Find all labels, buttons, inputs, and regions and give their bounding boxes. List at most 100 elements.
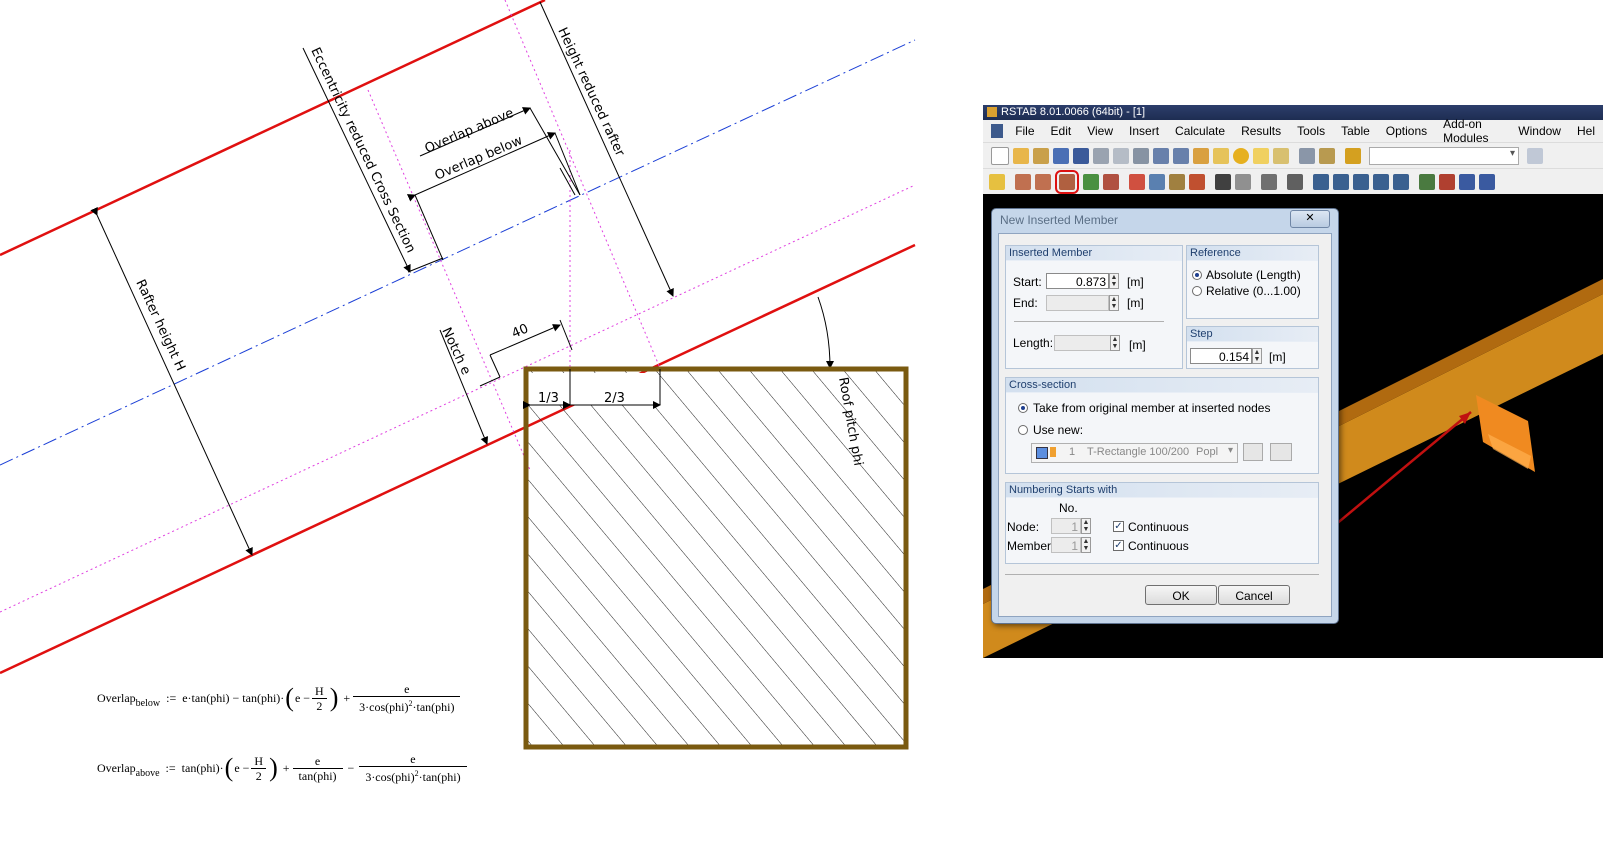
insert-toolbar — [983, 168, 1603, 194]
length-input[interactable] — [1054, 335, 1111, 351]
menu-file[interactable]: File — [1007, 124, 1042, 138]
comment-icon[interactable] — [1253, 147, 1269, 164]
load-icon[interactable] — [1129, 173, 1145, 190]
take-from-original-radio[interactable] — [1018, 403, 1028, 413]
zoom-all-icon[interactable] — [1353, 173, 1369, 190]
term: e − — [234, 760, 250, 775]
rstab-app-icon — [987, 107, 997, 117]
new-section-icon[interactable] — [1270, 443, 1292, 461]
dimension-icon[interactable] — [1215, 173, 1231, 190]
member-number-input[interactable]: 1 — [1051, 537, 1081, 553]
menu-help[interactable]: Hel — [1569, 124, 1603, 138]
member-divide-icon[interactable] — [1035, 173, 1051, 190]
frac-num: H — [251, 754, 267, 769]
reference-group: Reference Absolute (Length) Relative (0.… — [1186, 245, 1319, 319]
navigate-left-icon[interactable] — [1527, 147, 1543, 164]
database-icon[interactable] — [1053, 147, 1069, 164]
relative-radio[interactable] — [1192, 286, 1202, 296]
member-continuous-label[interactable]: Continuous — [1128, 539, 1189, 553]
edit-pencil-icon[interactable] — [1193, 147, 1209, 164]
end-input[interactable] — [1046, 295, 1109, 311]
start-spinner[interactable]: ▲ ▼ — [1109, 273, 1119, 289]
node-number-input[interactable]: 1 — [1051, 518, 1081, 534]
relative-label[interactable]: Relative (0...1.00) — [1206, 284, 1301, 298]
frac-num: e — [292, 754, 343, 769]
inserted-member-title: Inserted Member — [1006, 246, 1182, 260]
iso-view-icon[interactable] — [1373, 173, 1389, 190]
print-icon[interactable] — [1093, 147, 1109, 164]
frac-den-tail: ·tan(phi) — [418, 770, 461, 784]
menu-table[interactable]: Table — [1333, 124, 1378, 138]
undo-icon[interactable] — [1153, 147, 1169, 164]
ok-button[interactable]: OK — [1145, 585, 1217, 605]
step-spinner[interactable]: ▲ ▼ — [1252, 348, 1262, 364]
menu-view[interactable]: View — [1079, 124, 1121, 138]
member-load-icon[interactable] — [1149, 173, 1165, 190]
menu-insert[interactable]: Insert — [1121, 124, 1167, 138]
print-preview-icon[interactable] — [1133, 147, 1149, 164]
view-x-icon[interactable] — [1419, 173, 1435, 190]
target-icon[interactable] — [1233, 147, 1249, 164]
member-icon[interactable] — [1015, 173, 1031, 190]
support-icon[interactable] — [1083, 173, 1099, 190]
table-panel-icon[interactable] — [1319, 147, 1335, 164]
view-mode-icon[interactable] — [1287, 173, 1303, 190]
new-file-icon[interactable] — [991, 146, 1009, 165]
imposed-icon[interactable] — [1189, 173, 1205, 190]
copy-icon[interactable] — [1273, 147, 1289, 164]
start-input[interactable]: 0.873 — [1046, 273, 1109, 289]
absolute-radio[interactable] — [1192, 270, 1202, 280]
menu-edit[interactable]: Edit — [1043, 124, 1080, 138]
view-y-icon[interactable] — [1439, 173, 1455, 190]
model-icon[interactable] — [1033, 147, 1049, 164]
length-label: Length: — [1013, 336, 1054, 350]
open-folder-icon[interactable] — [1013, 147, 1029, 164]
comment-line-icon[interactable] — [1235, 173, 1251, 190]
printout-icon[interactable] — [1113, 147, 1129, 164]
no-header: No. — [1059, 501, 1078, 515]
length-spinner[interactable]: ▲ ▼ — [1110, 335, 1120, 351]
take-from-original-label[interactable]: Take from original member at inserted no… — [1033, 401, 1270, 415]
user-icon[interactable] — [1345, 147, 1361, 164]
redo-icon[interactable] — [1173, 147, 1189, 164]
use-new-label[interactable]: Use new: — [1033, 423, 1083, 437]
end-spinner[interactable]: ▲ ▼ — [1109, 295, 1119, 311]
save-icon[interactable] — [1073, 147, 1089, 164]
member-continuous-checkbox[interactable]: ✓ — [1113, 540, 1124, 551]
zoom-icon[interactable] — [1213, 147, 1229, 164]
grid-icon[interactable] — [1261, 173, 1277, 190]
menu-calculate[interactable]: Calculate — [1167, 124, 1233, 138]
menu-options[interactable]: Options — [1378, 124, 1435, 138]
view-top-icon[interactable] — [1479, 173, 1495, 190]
dialog-close-button[interactable]: ✕ — [1290, 210, 1330, 228]
menu-results[interactable]: Results — [1233, 124, 1289, 138]
minus-op: − — [347, 760, 355, 775]
absolute-label[interactable]: Absolute (Length) — [1206, 268, 1301, 282]
step-input[interactable]: 0.154 — [1190, 348, 1252, 364]
zoom-window-icon[interactable] — [1333, 173, 1349, 190]
render-icon[interactable] — [1313, 173, 1329, 190]
view-z-icon[interactable] — [1459, 173, 1475, 190]
end-label: End: — [1013, 296, 1038, 310]
node-continuous-label[interactable]: Continuous — [1128, 520, 1189, 534]
cross-section-combo[interactable]: 1 T-Rectangle 100/200 Popl ▾ — [1031, 443, 1238, 463]
node-continuous-checkbox[interactable]: ✓ — [1113, 521, 1124, 532]
menu-window[interactable]: Window — [1510, 124, 1569, 138]
section-library-icon[interactable] — [1243, 443, 1263, 461]
cancel-button[interactable]: Cancel — [1218, 585, 1290, 605]
toolbar-combo[interactable] — [1369, 146, 1519, 165]
formula-overlap-above: Overlap above := tan(phi)· ( e − H2 ) + e… — [97, 752, 467, 784]
roof-pitch-arc — [817, 296, 834, 369]
menu-addon-modules[interactable]: Add-on Modules — [1435, 117, 1510, 145]
use-new-radio[interactable] — [1018, 425, 1028, 435]
nodal-load-icon[interactable] — [1169, 173, 1185, 190]
system-menu-icon[interactable] — [991, 124, 1004, 138]
node-number-spinner[interactable]: ▲ ▼ — [1081, 518, 1091, 534]
member-number-spinner[interactable]: ▲ ▼ — [1081, 537, 1091, 553]
hinge-icon[interactable] — [1103, 173, 1119, 190]
wire-view-icon[interactable] — [1393, 173, 1409, 190]
table-icon[interactable] — [1299, 147, 1315, 164]
menu-tools[interactable]: Tools — [1289, 124, 1333, 138]
insert-member-icon[interactable] — [1055, 169, 1079, 194]
node-icon[interactable] — [989, 173, 1005, 190]
